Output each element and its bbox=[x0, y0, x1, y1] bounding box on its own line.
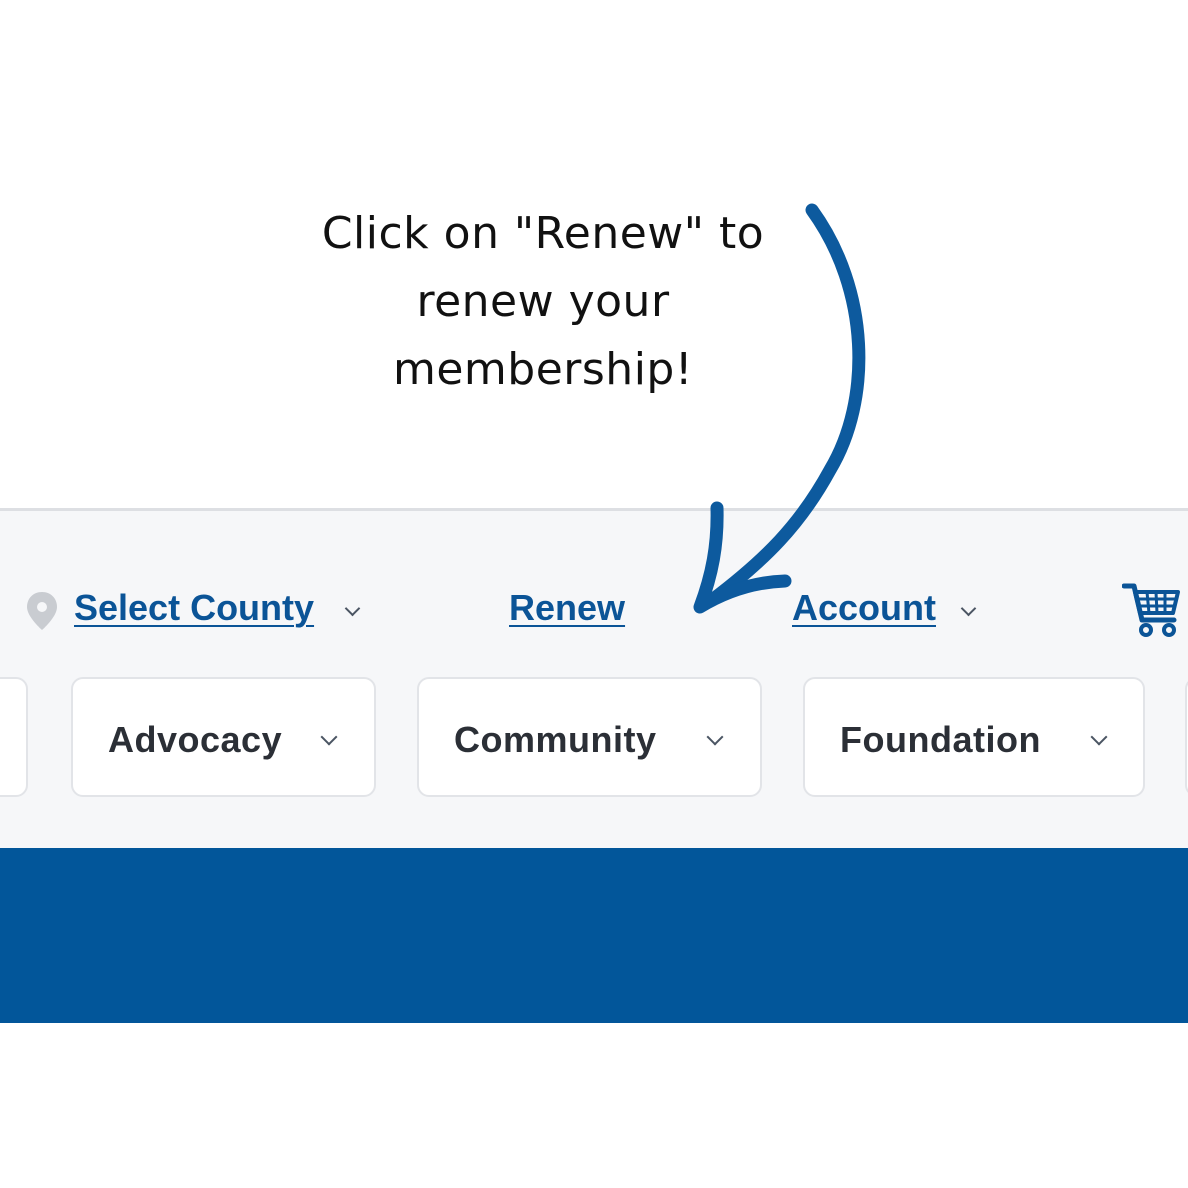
instruction-text: Click on "Renew" to renew your membershi… bbox=[293, 200, 793, 404]
account-link[interactable]: Account bbox=[792, 587, 936, 629]
chevron-down-icon bbox=[320, 728, 338, 746]
nav-item-community[interactable]: Community bbox=[417, 677, 762, 797]
nav-item-label: Community bbox=[454, 719, 657, 760]
hero-banner bbox=[0, 848, 1188, 1023]
nav-item-label: Advocacy bbox=[108, 719, 283, 760]
nav-item-advocacy[interactable]: Advocacy bbox=[71, 677, 376, 797]
instruction-line-1: Click on "Renew" to bbox=[321, 208, 765, 259]
nav-item-partial-left[interactable] bbox=[0, 677, 28, 797]
chevron-down-icon bbox=[706, 728, 724, 746]
select-county-link[interactable]: Select County bbox=[74, 587, 314, 629]
nav-item-foundation[interactable]: Foundation bbox=[803, 677, 1145, 797]
shopping-cart-icon[interactable] bbox=[1122, 580, 1182, 638]
location-pin-icon bbox=[27, 592, 57, 630]
instruction-line-3: membership! bbox=[393, 344, 693, 395]
chevron-down-icon bbox=[1090, 728, 1108, 746]
renew-link[interactable]: Renew bbox=[509, 587, 625, 629]
instruction-line-2: renew your bbox=[416, 276, 670, 327]
nav-item-label: Foundation bbox=[840, 719, 1041, 760]
